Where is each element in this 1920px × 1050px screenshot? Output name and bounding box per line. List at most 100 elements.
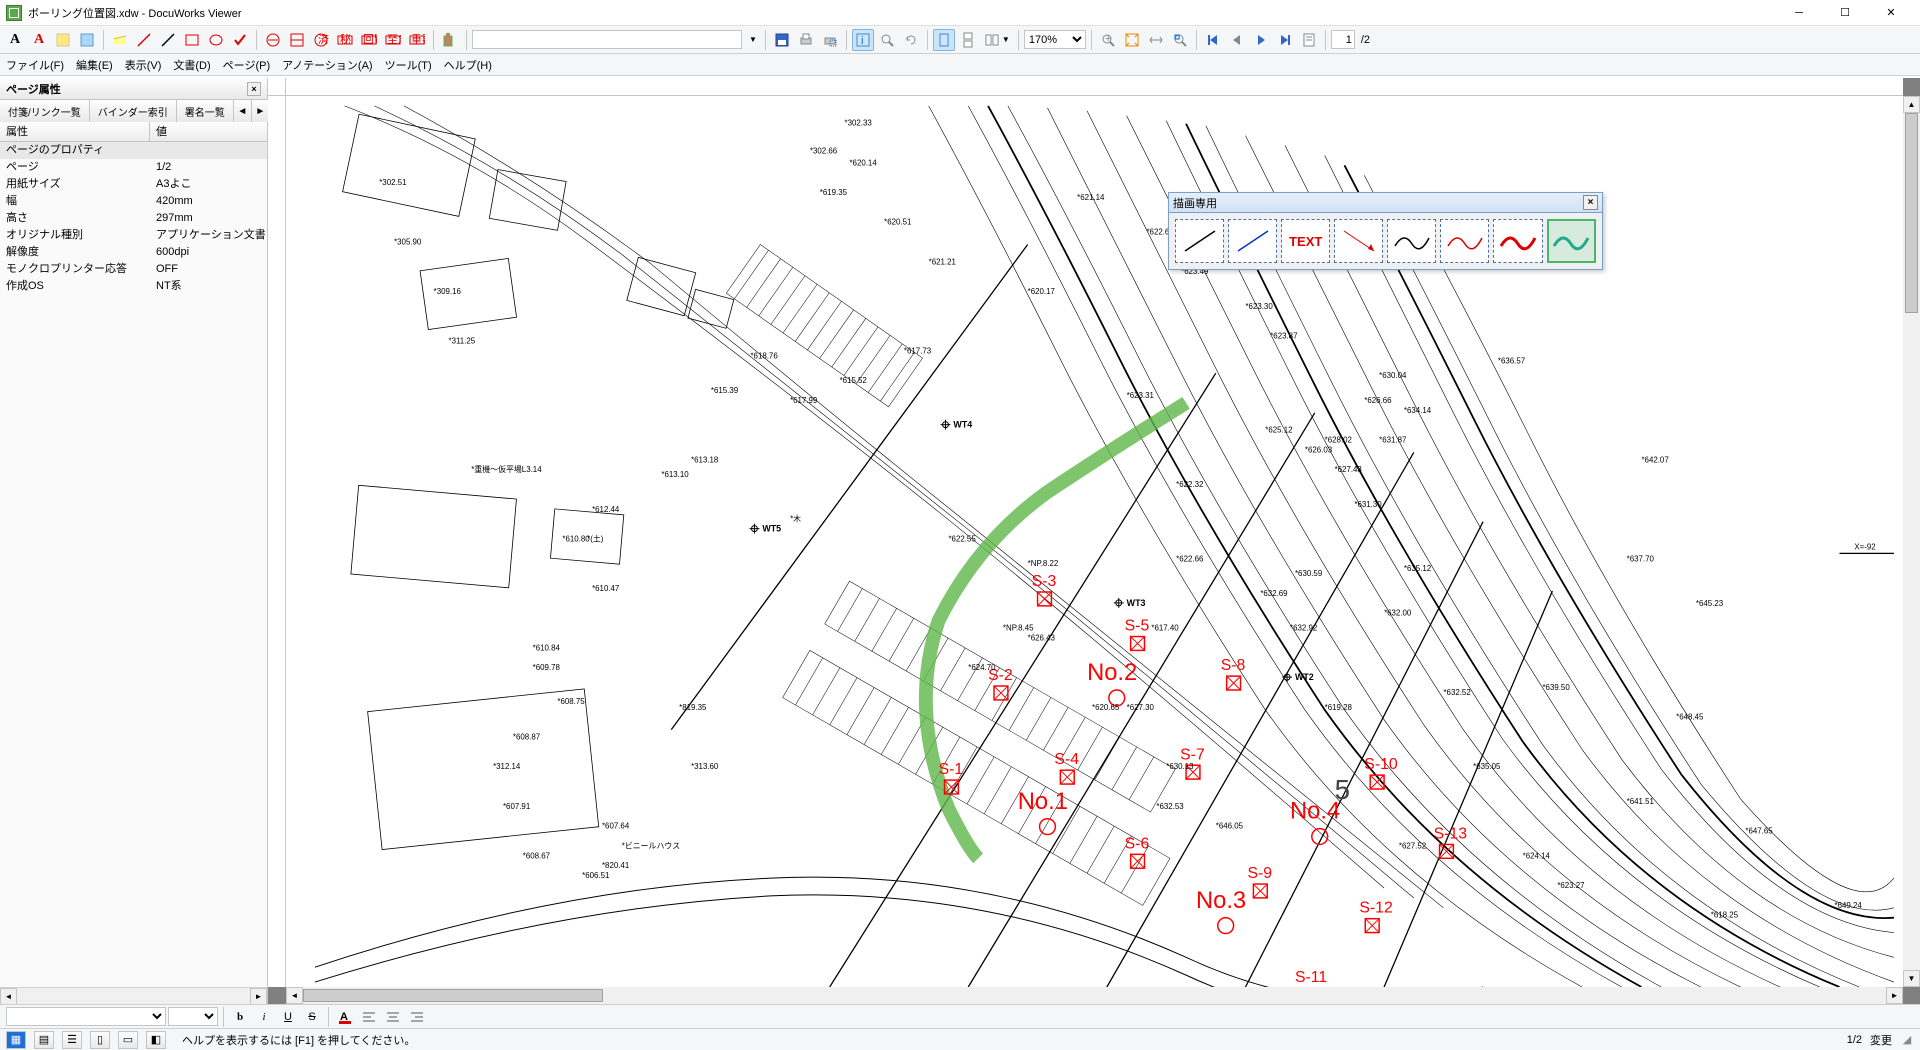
zoom-in-button[interactable]: + — [1097, 29, 1119, 51]
status-view-page[interactable]: ▯ — [90, 1031, 110, 1049]
menu-document[interactable]: 文書(D) — [173, 57, 210, 73]
underline-button[interactable]: U — [277, 1006, 299, 1028]
scroll-up-button[interactable]: ▲ — [1903, 96, 1920, 113]
checkmark-tool[interactable] — [229, 29, 251, 51]
rotate-button[interactable] — [900, 29, 922, 51]
stamp-line-black[interactable] — [1175, 219, 1224, 263]
last-page-button[interactable] — [1274, 29, 1296, 51]
maximize-button[interactable]: ☐ — [1822, 0, 1868, 26]
svg-text:済: 済 — [318, 32, 329, 46]
menu-edit[interactable]: 編集(E) — [76, 57, 113, 73]
stamp-important[interactable]: 重要 — [406, 29, 428, 51]
vertical-scrollbar[interactable]: ▲ ▼ — [1903, 96, 1920, 987]
line-tool-black[interactable] — [157, 29, 179, 51]
palette-title-bar[interactable]: 描画専用 × — [1169, 193, 1602, 213]
panel-tab-binder[interactable]: バインダー索引 — [90, 100, 177, 122]
info-bar-toggle[interactable]: i — [852, 29, 874, 51]
menu-annotation[interactable]: アノテーション(A) — [282, 57, 372, 73]
font-size-select[interactable] — [168, 1007, 218, 1026]
horizontal-scrollbar[interactable]: ◄ ► — [286, 987, 1903, 1004]
align-right-button[interactable] — [406, 1006, 428, 1028]
search-button[interactable] — [876, 29, 898, 51]
status-view-list[interactable]: ☰ — [62, 1031, 82, 1049]
panel-close-button[interactable]: × — [247, 82, 261, 96]
stamp-wave-green[interactable] — [1547, 219, 1596, 263]
text-tool-a-red[interactable]: A — [28, 29, 50, 51]
highlighter-tool[interactable] — [109, 29, 131, 51]
text-color-button[interactable]: A — [334, 1006, 356, 1028]
stamp-line-blue[interactable] — [1228, 219, 1277, 263]
svg-text:*622.66: *622.66 — [1176, 554, 1204, 563]
stamp-curve-red[interactable] — [1440, 219, 1489, 263]
status-app-icon[interactable]: ▦ — [6, 1031, 26, 1049]
minimize-button[interactable]: ─ — [1776, 0, 1822, 26]
status-view-split[interactable]: ◧ — [146, 1031, 166, 1049]
panel-tab-notes[interactable]: 付箋/リンク一覧 — [0, 100, 90, 122]
panel-tab-prev[interactable]: ◄ — [234, 100, 252, 122]
address-dropdown[interactable]: ▼ — [744, 29, 760, 51]
font-family-select[interactable] — [6, 1007, 166, 1026]
zoom-area-button[interactable] — [1169, 29, 1191, 51]
stamp-approved[interactable]: 済 — [310, 29, 332, 51]
note-tool-blue[interactable] — [76, 29, 98, 51]
zoom-select[interactable]: 170% — [1024, 30, 1086, 49]
h-scroll-thumb[interactable] — [303, 989, 603, 1002]
strike-button[interactable]: S — [301, 1006, 323, 1028]
single-page-view[interactable] — [933, 29, 955, 51]
scroll-left-button[interactable]: ◄ — [0, 988, 17, 1005]
scroll-right-button[interactable]: ► — [250, 988, 267, 1005]
menu-view[interactable]: 表示(V) — [125, 57, 162, 73]
svg-text:i: i — [861, 35, 863, 47]
stamp-arrow-red[interactable] — [1334, 219, 1383, 263]
stamp-secret[interactable]: 秘 — [334, 29, 356, 51]
continuous-view[interactable] — [957, 29, 979, 51]
status-view-thumbnail[interactable]: ▤ — [34, 1031, 54, 1049]
menu-help[interactable]: ヘルプ(H) — [444, 57, 492, 73]
ellipse-tool[interactable] — [205, 29, 227, 51]
menu-file[interactable]: ファイル(F) — [6, 57, 64, 73]
save-button[interactable] — [771, 29, 793, 51]
first-page-button[interactable] — [1202, 29, 1224, 51]
stamp-curve-black[interactable] — [1387, 219, 1436, 263]
status-view-full[interactable]: ▭ — [118, 1031, 138, 1049]
stamp-tool[interactable] — [439, 29, 461, 51]
menu-page[interactable]: ページ(P) — [223, 57, 270, 73]
palette-close-button[interactable]: × — [1583, 195, 1598, 210]
page-number-input[interactable] — [1331, 30, 1355, 49]
v-scroll-thumb[interactable] — [1905, 113, 1918, 313]
stamp-text[interactable]: TEXT — [1281, 219, 1330, 263]
stamp-urgent[interactable]: 至急 — [382, 29, 404, 51]
document-page[interactable]: X=-92 No.1No.2No.3No.454 S-1S-2S-3S-4S-5… — [286, 96, 1903, 987]
stamp-date[interactable] — [262, 29, 284, 51]
text-tool-a[interactable]: A — [4, 29, 26, 51]
address-input[interactable] — [472, 30, 742, 49]
print-button[interactable] — [795, 29, 817, 51]
align-left-button[interactable] — [358, 1006, 380, 1028]
rect-tool[interactable] — [181, 29, 203, 51]
scroll-right-button[interactable]: ► — [1886, 987, 1903, 1004]
svg-text:*632.52: *632.52 — [1443, 688, 1470, 697]
drawing-palette[interactable]: 描画専用 × TEXT — [1168, 192, 1603, 270]
fit-page-button[interactable] — [1121, 29, 1143, 51]
menu-tools[interactable]: ツール(T) — [385, 57, 432, 73]
page-view-button[interactable] — [1298, 29, 1320, 51]
align-center-button[interactable] — [382, 1006, 404, 1028]
line-tool-red[interactable] — [133, 29, 155, 51]
scroll-left-button[interactable]: ◄ — [286, 987, 303, 1004]
note-tool-yellow[interactable] — [52, 29, 74, 51]
panel-tab-signature[interactable]: 署名一覧 — [177, 100, 234, 122]
stamp-wave-red[interactable] — [1493, 219, 1542, 263]
scroll-down-button[interactable]: ▼ — [1903, 970, 1920, 987]
menu-bar: ファイル(F) 編集(E) 表示(V) 文書(D) ページ(P) アノテーション… — [0, 54, 1920, 76]
view-dropdown[interactable]: ▼ — [981, 29, 1013, 51]
close-button[interactable]: ✕ — [1868, 0, 1914, 26]
panel-hscrollbar[interactable]: ◄ ► — [0, 987, 267, 1004]
next-page-button[interactable] — [1250, 29, 1272, 51]
stamp-circulate[interactable]: 回覧 — [358, 29, 380, 51]
italic-button[interactable]: i — [253, 1006, 275, 1028]
fit-width-button[interactable] — [1145, 29, 1167, 51]
stamp-square[interactable] — [286, 29, 308, 51]
print-area-button[interactable] — [819, 29, 841, 51]
bold-button[interactable]: b — [229, 1006, 251, 1028]
prev-page-button[interactable] — [1226, 29, 1248, 51]
